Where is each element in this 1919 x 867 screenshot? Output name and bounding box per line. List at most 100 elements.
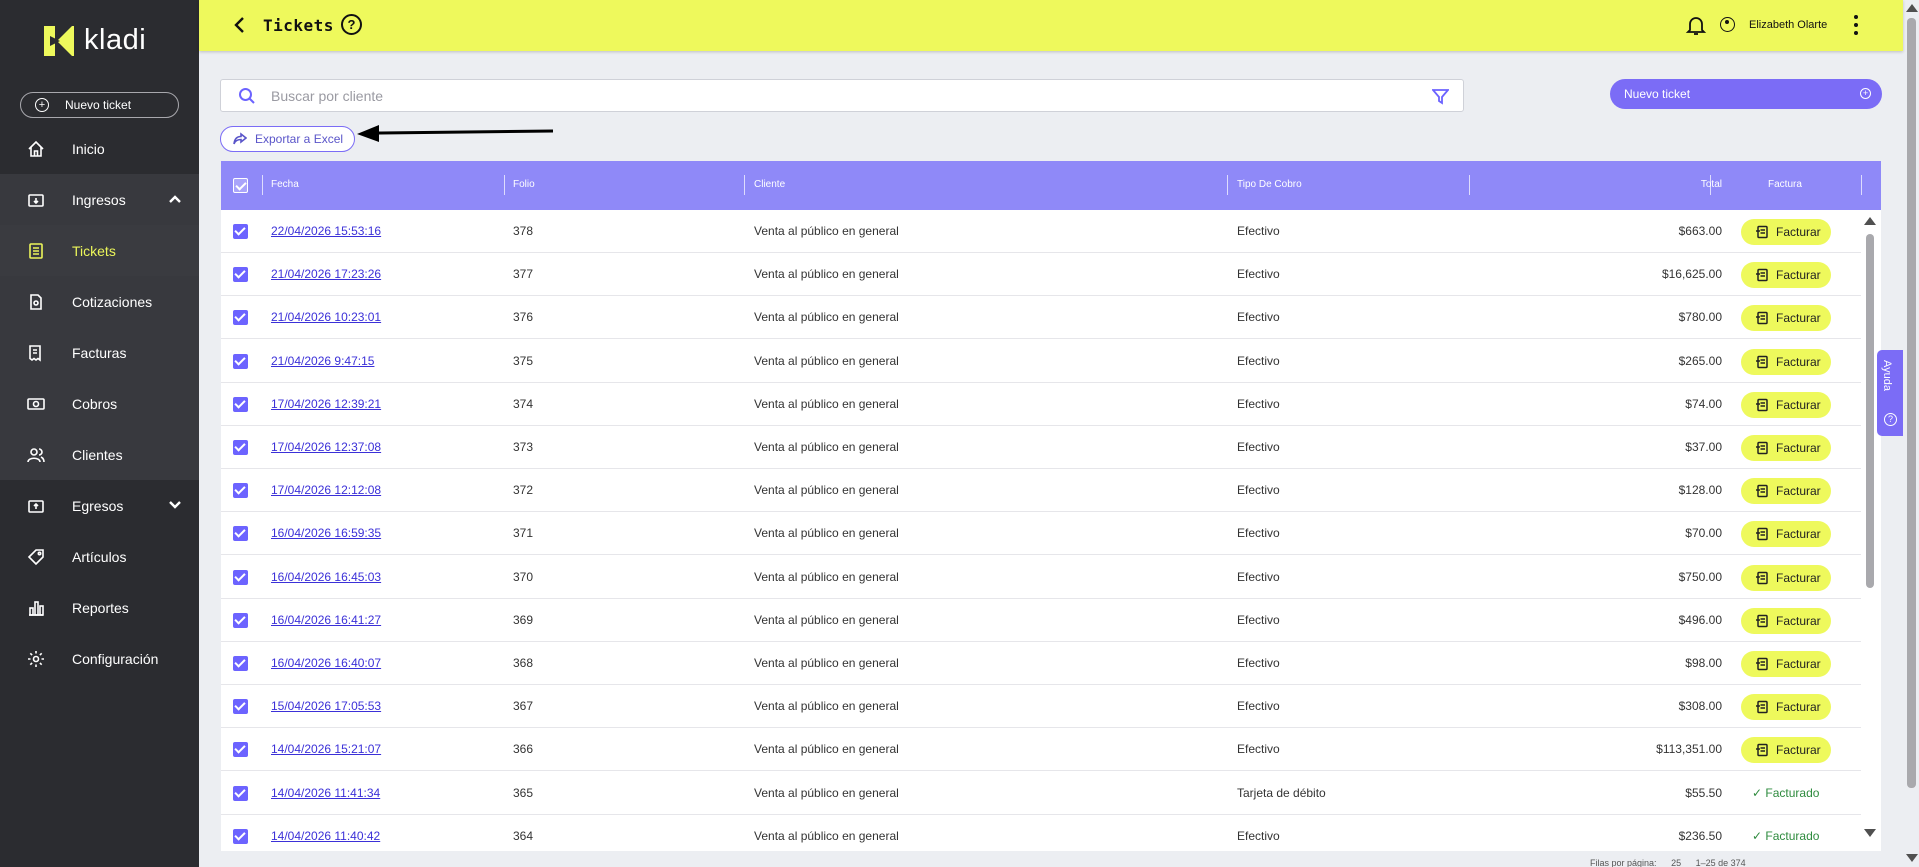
row-fecha-link[interactable]: 17/04/2026 12:12:08 — [271, 483, 381, 497]
page-scroll-down[interactable] — [1906, 854, 1918, 862]
sidebar-item-tickets[interactable]: Tickets — [0, 225, 199, 276]
row-checkbox[interactable] — [233, 828, 248, 844]
table-scroll-up[interactable] — [1864, 217, 1876, 225]
table-row[interactable]: 16/04/2026 16:40:07 368 Venta al público e… — [221, 642, 1861, 685]
row-fecha-link[interactable]: 16/04/2026 16:45:03 — [271, 570, 381, 584]
sidebar-item-articulos[interactable]: Artículos — [0, 531, 199, 582]
sidebar-item-cotizaciones[interactable]: Cotizaciones — [0, 276, 199, 327]
facturar-button[interactable]: Facturar — [1741, 435, 1831, 461]
column-folio[interactable]: Folio — [513, 179, 535, 190]
row-fecha-link[interactable]: 16/04/2026 16:41:27 — [271, 613, 381, 627]
bell-icon[interactable] — [1685, 14, 1707, 36]
page-scrollbar[interactable] — [1907, 18, 1916, 788]
back-arrow-icon[interactable] — [231, 16, 249, 34]
sidebar-item-reportes[interactable]: Reportes — [0, 582, 199, 633]
row-fecha-link[interactable]: 14/04/2026 15:21:07 — [271, 742, 381, 756]
table-row[interactable]: 21/04/2026 9:47:15 375 Venta al público en… — [221, 340, 1861, 383]
chevron-up-icon[interactable] — [168, 192, 182, 206]
facturar-button[interactable]: Facturar — [1741, 305, 1831, 332]
row-fecha-link[interactable]: 15/04/2026 17:05:53 — [271, 699, 381, 713]
row-fecha-link[interactable]: 21/04/2026 17:23:26 — [271, 267, 381, 281]
rows-per-page-select[interactable]: 25 — [1671, 858, 1681, 867]
table-row[interactable]: 17/04/2026 12:37:08 373 Venta al público e… — [221, 426, 1861, 469]
table-row[interactable]: 16/04/2026 16:41:27 369 Venta al público e… — [221, 599, 1861, 642]
column-cliente[interactable]: Cliente — [754, 179, 785, 190]
facturar-button[interactable]: Facturar — [1741, 219, 1831, 245]
row-fecha-link[interactable]: 17/04/2026 12:39:21 — [271, 397, 381, 411]
row-checkbox[interactable] — [233, 353, 248, 369]
facturar-button[interactable]: Facturar — [1741, 391, 1831, 418]
table-row[interactable]: 21/04/2026 10:23:01 376 Venta al público e… — [221, 296, 1861, 340]
row-checkbox[interactable] — [233, 612, 248, 628]
table-row[interactable]: 17/04/2026 12:39:21 374 Venta al público e… — [221, 383, 1861, 426]
facturar-button[interactable]: Facturar — [1741, 694, 1831, 721]
help-tab[interactable]: Ayuda ? — [1877, 350, 1903, 436]
row-checkbox[interactable] — [233, 396, 248, 412]
row-checkbox[interactable] — [233, 785, 248, 801]
help-icon[interactable]: ? — [341, 14, 362, 35]
table-row[interactable]: 14/04/2026 15:21:07 366 Venta al público e… — [221, 728, 1861, 772]
row-fecha-link[interactable]: 16/04/2026 16:40:07 — [271, 656, 381, 670]
table-scroll-down[interactable] — [1864, 829, 1876, 837]
row-checkbox[interactable] — [233, 224, 248, 239]
sidebar-new-ticket-button[interactable]: + Nuevo ticket — [20, 92, 179, 118]
sidebar-item-clientes[interactable]: Clientes — [0, 429, 199, 480]
table-row[interactable]: 21/04/2026 17:23:26 377 Venta al público e… — [221, 253, 1861, 297]
row-fecha-link[interactable]: 14/04/2026 11:40:42 — [271, 829, 380, 843]
table-row[interactable]: 22/04/2026 15:53:16 378 Venta al público e… — [221, 210, 1861, 253]
export-excel-button[interactable]: Exportar a Excel — [220, 126, 355, 152]
facturar-button[interactable]: Facturar — [1741, 521, 1831, 548]
facturar-button[interactable]: Facturar — [1741, 651, 1831, 677]
table-scrollbar[interactable] — [1866, 234, 1874, 588]
sidebar-item-inicio[interactable]: Inicio — [0, 123, 199, 174]
facturar-button[interactable]: Facturar — [1741, 478, 1831, 505]
table-row[interactable]: 14/04/2026 11:41:34 365 Venta al público e… — [221, 772, 1861, 815]
column-factura[interactable]: Factura — [1768, 179, 1802, 190]
user-name[interactable]: Elizabeth Olarte — [1749, 19, 1827, 31]
page-scroll-up[interactable] — [1906, 4, 1918, 12]
column-tipo-cobro[interactable]: Tipo De Cobro — [1237, 179, 1302, 190]
row-fecha-link[interactable]: 22/04/2026 15:53:16 — [271, 224, 381, 238]
row-total: $37.00 — [1685, 440, 1722, 454]
table-row[interactable]: 15/04/2026 17:05:53 367 Venta al público e… — [221, 685, 1861, 729]
row-checkbox[interactable] — [233, 440, 248, 455]
row-cliente: Venta al público en general — [754, 742, 899, 757]
search-input[interactable] — [271, 86, 1371, 106]
row-checkbox[interactable] — [233, 310, 248, 326]
row-fecha-link[interactable]: 21/04/2026 10:23:01 — [271, 310, 381, 324]
filter-icon[interactable] — [1431, 88, 1450, 105]
row-checkbox[interactable] — [233, 656, 248, 671]
table-row[interactable]: 17/04/2026 12:12:08 372 Venta al público e… — [221, 469, 1861, 513]
sidebar-item-configuracion[interactable]: Configuración — [0, 633, 199, 684]
row-checkbox[interactable] — [233, 267, 248, 283]
row-checkbox[interactable] — [233, 699, 248, 715]
chevron-down-icon[interactable] — [168, 498, 182, 512]
row-fecha-link[interactable]: 16/04/2026 16:59:35 — [271, 526, 381, 540]
facturar-button[interactable]: Facturar — [1741, 348, 1831, 375]
select-all-checkbox[interactable] — [233, 178, 248, 193]
new-ticket-button[interactable]: Nuevo ticket + — [1610, 79, 1882, 109]
facturar-button[interactable]: Facturar — [1741, 737, 1831, 764]
facturar-button[interactable]: Facturar — [1741, 262, 1831, 289]
user-avatar-icon[interactable] — [1720, 17, 1735, 32]
row-checkbox[interactable] — [233, 742, 248, 758]
facturar-button[interactable]: Facturar — [1741, 607, 1831, 634]
row-checkbox[interactable] — [233, 569, 248, 585]
row-fecha-link[interactable]: 17/04/2026 12:37:08 — [271, 440, 381, 454]
column-total[interactable]: Total — [1687, 179, 1722, 190]
table-row[interactable]: 16/04/2026 16:59:35 371 Venta al público e… — [221, 512, 1861, 556]
sidebar-item-cobros[interactable]: Cobros — [0, 378, 199, 429]
logo[interactable]: kladi — [44, 24, 146, 57]
table-row[interactable]: 16/04/2026 16:45:03 370 Venta al público e… — [221, 556, 1861, 599]
sidebar-item-ingresos[interactable]: Ingresos — [0, 174, 199, 225]
facturar-button[interactable]: Facturar — [1741, 564, 1831, 591]
row-checkbox[interactable] — [233, 483, 248, 499]
more-vertical-icon[interactable] — [1853, 15, 1859, 35]
row-checkbox[interactable] — [233, 526, 248, 542]
sidebar-item-egresos[interactable]: Egresos — [0, 480, 199, 531]
column-fecha[interactable]: Fecha — [271, 179, 299, 190]
sidebar-item-facturas[interactable]: Facturas — [0, 327, 199, 378]
row-fecha-link[interactable]: 21/04/2026 9:47:15 — [271, 354, 374, 368]
table-row[interactable]: 14/04/2026 11:40:42 364 Venta al público e… — [221, 815, 1861, 851]
row-fecha-link[interactable]: 14/04/2026 11:41:34 — [271, 786, 380, 800]
